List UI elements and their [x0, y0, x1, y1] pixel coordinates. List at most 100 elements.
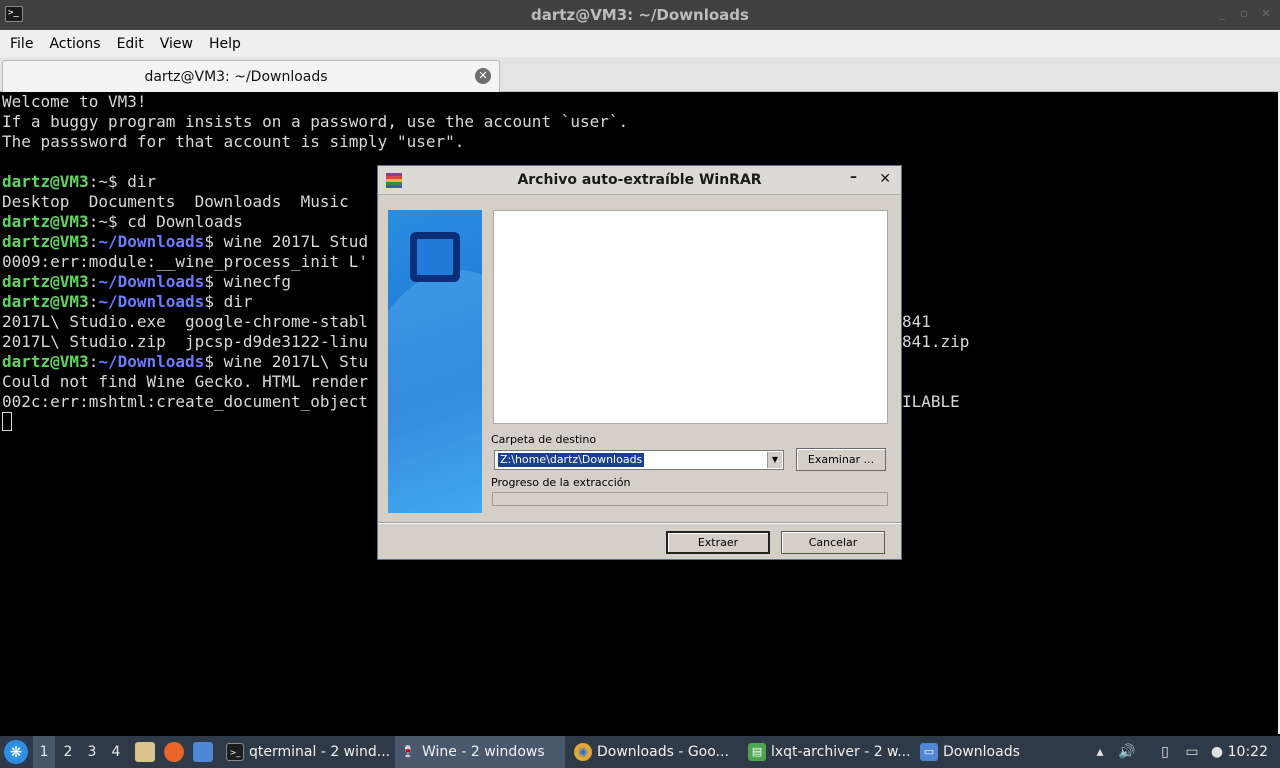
prompt-dollar: $	[204, 272, 224, 291]
folder-icon: ▭	[920, 743, 938, 761]
task-lxqt-archiver[interactable]: ▤ lxqt-archiver - 2 w...	[744, 736, 912, 768]
command-text: cd Downloads	[127, 212, 243, 231]
winrar-minimize-button[interactable]: –	[850, 169, 857, 185]
terminal-line: dartz@VM3:~$ cd Downloads	[2, 212, 243, 232]
task-label: Downloads - Goo...	[597, 744, 729, 760]
command-text: dir	[223, 292, 253, 311]
prompt-dollar: $	[204, 292, 224, 311]
desktop-2-button[interactable]: 2	[57, 736, 79, 768]
terminal-line: dartz@VM3:~/Downloads$ wine 2017L Stud	[2, 232, 368, 252]
clipboard-icon[interactable]: ▯	[1156, 743, 1174, 761]
prompt-colon: :	[88, 292, 99, 311]
terminal-line: 0009:err:module:__wine_process_init L'	[2, 252, 369, 271]
destination-folder-value[interactable]: Z:\home\dartz\Downloads	[498, 453, 645, 467]
terminal-line: If a buggy program insists on a password…	[2, 112, 629, 131]
desktop-4-button[interactable]: 4	[105, 736, 127, 768]
winrar-logo-icon	[410, 232, 460, 282]
menu-edit[interactable]: Edit	[109, 36, 152, 52]
tray-expand-icon[interactable]: ▴	[1091, 743, 1109, 761]
task-qterminal[interactable]: >_ qterminal - 2 wind...	[222, 736, 392, 768]
prompt-dollar: $	[204, 232, 224, 251]
chrome-icon: ◉	[574, 743, 592, 761]
terminal-line: 002c:err:mshtml:create_document_object	[2, 392, 369, 411]
menu-help[interactable]: Help	[201, 36, 249, 52]
volume-icon[interactable]: 🔊	[1118, 743, 1136, 761]
terminal-line: dartz@VM3:~/Downloads$ dir	[2, 292, 252, 312]
tab-close-icon[interactable]: ✕	[475, 68, 491, 84]
window-close-button[interactable]: ✕	[1260, 8, 1272, 20]
network-icon[interactable]: ▭	[1183, 743, 1201, 761]
terminal-line: The passsword for that account is simply…	[2, 132, 465, 151]
banner-swoosh	[388, 270, 482, 513]
prompt-path: ~/Downloads	[98, 232, 205, 251]
command-text: wine 2017L Stud	[223, 232, 369, 251]
window-minimize-button[interactable]: _	[1216, 8, 1228, 20]
update-notifier-icon[interactable]: ●	[1208, 743, 1226, 761]
terminal-tab[interactable]: dartz@VM3: ~/Downloads ✕	[2, 60, 500, 92]
show-desktop-icon[interactable]	[193, 742, 213, 762]
prompt-colon: :	[88, 232, 99, 251]
command-text: dir	[127, 172, 157, 191]
terminal-line: dartz@VM3:~$ dir	[2, 172, 156, 192]
winrar-close-button[interactable]: ✕	[879, 171, 891, 187]
task-chrome-downloads[interactable]: ◉ Downloads - Goo...	[570, 736, 738, 768]
chevron-down-icon[interactable]: ▼	[767, 452, 782, 468]
menu-view[interactable]: View	[152, 36, 201, 52]
prompt-user: dartz@VM3	[2, 232, 89, 251]
prompt-user: dartz@VM3	[2, 272, 89, 291]
desktop-3-button[interactable]: 3	[81, 736, 103, 768]
terminal-line: 2017L\ Studio.zip jpcsp-d9de3122-linu	[2, 332, 369, 351]
wine-glass-icon: 🍷	[401, 745, 415, 758]
menu-file[interactable]: File	[2, 36, 41, 52]
terminal-line-tail: 841.zip	[902, 332, 970, 351]
prompt-home: :~$	[88, 212, 128, 231]
browse-button[interactable]: Examinar ...	[796, 448, 886, 471]
sfx-comment-area	[493, 210, 888, 424]
menu-actions[interactable]: Actions	[41, 36, 108, 52]
terminal-tab-label: dartz@VM3: ~/Downloads	[144, 69, 328, 85]
terminal-titlebar: >_ dartz@VM3: ~/Downloads _ ▫ ✕	[0, 0, 1280, 30]
tab-strip: dartz@VM3: ~/Downloads ✕	[0, 57, 1280, 92]
prompt-path: ~/Downloads	[98, 292, 205, 311]
task-label: Downloads	[943, 744, 1020, 760]
prompt-dollar: $	[204, 352, 224, 371]
task-downloads-folder[interactable]: ▭ Downloads	[916, 736, 1026, 768]
window-title: dartz@VM3: ~/Downloads	[531, 6, 749, 24]
prompt-colon: :	[88, 352, 99, 371]
prompt-path: ~/Downloads	[98, 352, 205, 371]
prompt-user: dartz@VM3	[2, 292, 89, 311]
task-wine[interactable]: 🍷 Wine - 2 windows	[395, 736, 565, 768]
desktop-1-button[interactable]: 1	[33, 736, 55, 768]
taskbar: ❋ 1 2 3 4 >_ qterminal - 2 wind... 🍷 Win…	[0, 736, 1280, 768]
prompt-user: dartz@VM3	[2, 172, 89, 191]
winrar-banner-image	[388, 210, 482, 513]
prompt-user: dartz@VM3	[2, 212, 89, 231]
destination-folder-combo[interactable]: Z:\home\dartz\Downloads ▼	[494, 450, 784, 470]
task-label: qterminal - 2 wind...	[249, 744, 391, 760]
terminal-line: Could not find Wine Gecko. HTML render	[2, 372, 369, 391]
clock[interactable]: 10:22	[1228, 736, 1268, 768]
destination-folder-label: Carpeta de destino	[491, 433, 597, 446]
firefox-launcher-icon[interactable]	[164, 742, 184, 762]
task-label: lxqt-archiver - 2 w...	[771, 744, 911, 760]
terminal-line: Welcome to VM3!	[2, 92, 147, 111]
archiver-icon: ▤	[748, 743, 766, 761]
winrar-titlebar: Archivo auto-extraíble WinRAR – ✕	[378, 166, 901, 195]
dialog-separator	[378, 522, 901, 524]
winrar-title: Archivo auto-extraíble WinRAR	[517, 172, 762, 188]
terminal-line-tail: ILABLE	[902, 392, 960, 411]
terminal-icon: >_	[226, 743, 244, 761]
terminal-line: Desktop Documents Downloads Music	[2, 192, 349, 211]
terminal-line: dartz@VM3:~/Downloads$ wine 2017L\ Stu	[2, 352, 368, 372]
extract-button[interactable]: Extraer	[666, 531, 770, 554]
terminal-cursor	[2, 412, 12, 431]
file-manager-launcher-icon[interactable]	[135, 742, 155, 762]
cancel-button[interactable]: Cancelar	[781, 531, 885, 554]
terminal-line: 2017L\ Studio.exe google-chrome-stabl	[2, 312, 369, 331]
command-text: winecfg	[223, 272, 292, 291]
window-maximize-button[interactable]: ▫	[1238, 8, 1250, 20]
terminal-line: dartz@VM3:~/Downloads$ winecfg	[2, 272, 291, 292]
winrar-dialog: Archivo auto-extraíble WinRAR – ✕ Carpet…	[377, 165, 902, 560]
start-menu-button[interactable]: ❋	[4, 740, 28, 764]
menubar: File Actions Edit View Help	[0, 30, 1280, 57]
